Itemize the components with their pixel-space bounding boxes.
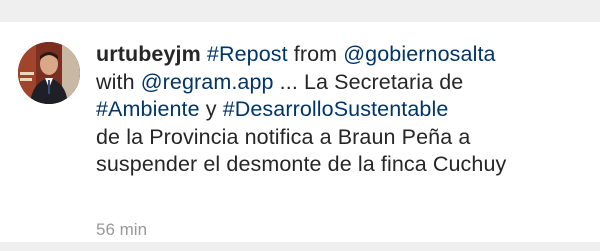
mention-regram[interactable]: @regram.app — [141, 70, 274, 94]
text-y: y — [199, 97, 223, 121]
bottom-divider-band — [0, 242, 600, 251]
text-with: with — [96, 69, 141, 94]
hashtag-desarrollo-sustentable[interactable]: #DesarrolloSustentable — [223, 97, 449, 121]
username-link[interactable]: urtubeyjm — [96, 42, 201, 66]
comment-text: urtubeyjm #Repost from @gobiernosalta wi… — [96, 41, 596, 179]
text-secretaria: ... La Secretaria de — [273, 69, 464, 94]
text-from: from — [287, 42, 344, 66]
avatar[interactable] — [18, 42, 80, 104]
mention-gobiernosalta[interactable]: @gobiernosalta — [343, 42, 495, 66]
avatar-photo-icon — [18, 42, 80, 104]
top-divider-band — [0, 0, 600, 22]
text-line-provincia: de la Provincia notifica a Braun Peña a — [96, 124, 471, 149]
hashtag-ambiente[interactable]: #Ambiente — [96, 97, 200, 121]
hashtag-repost[interactable]: #Repost — [207, 42, 288, 66]
timestamp: 56 min — [96, 220, 148, 239]
text-line-desmonte: suspender el desmonte de la finca Cuchuy — [96, 152, 507, 176]
